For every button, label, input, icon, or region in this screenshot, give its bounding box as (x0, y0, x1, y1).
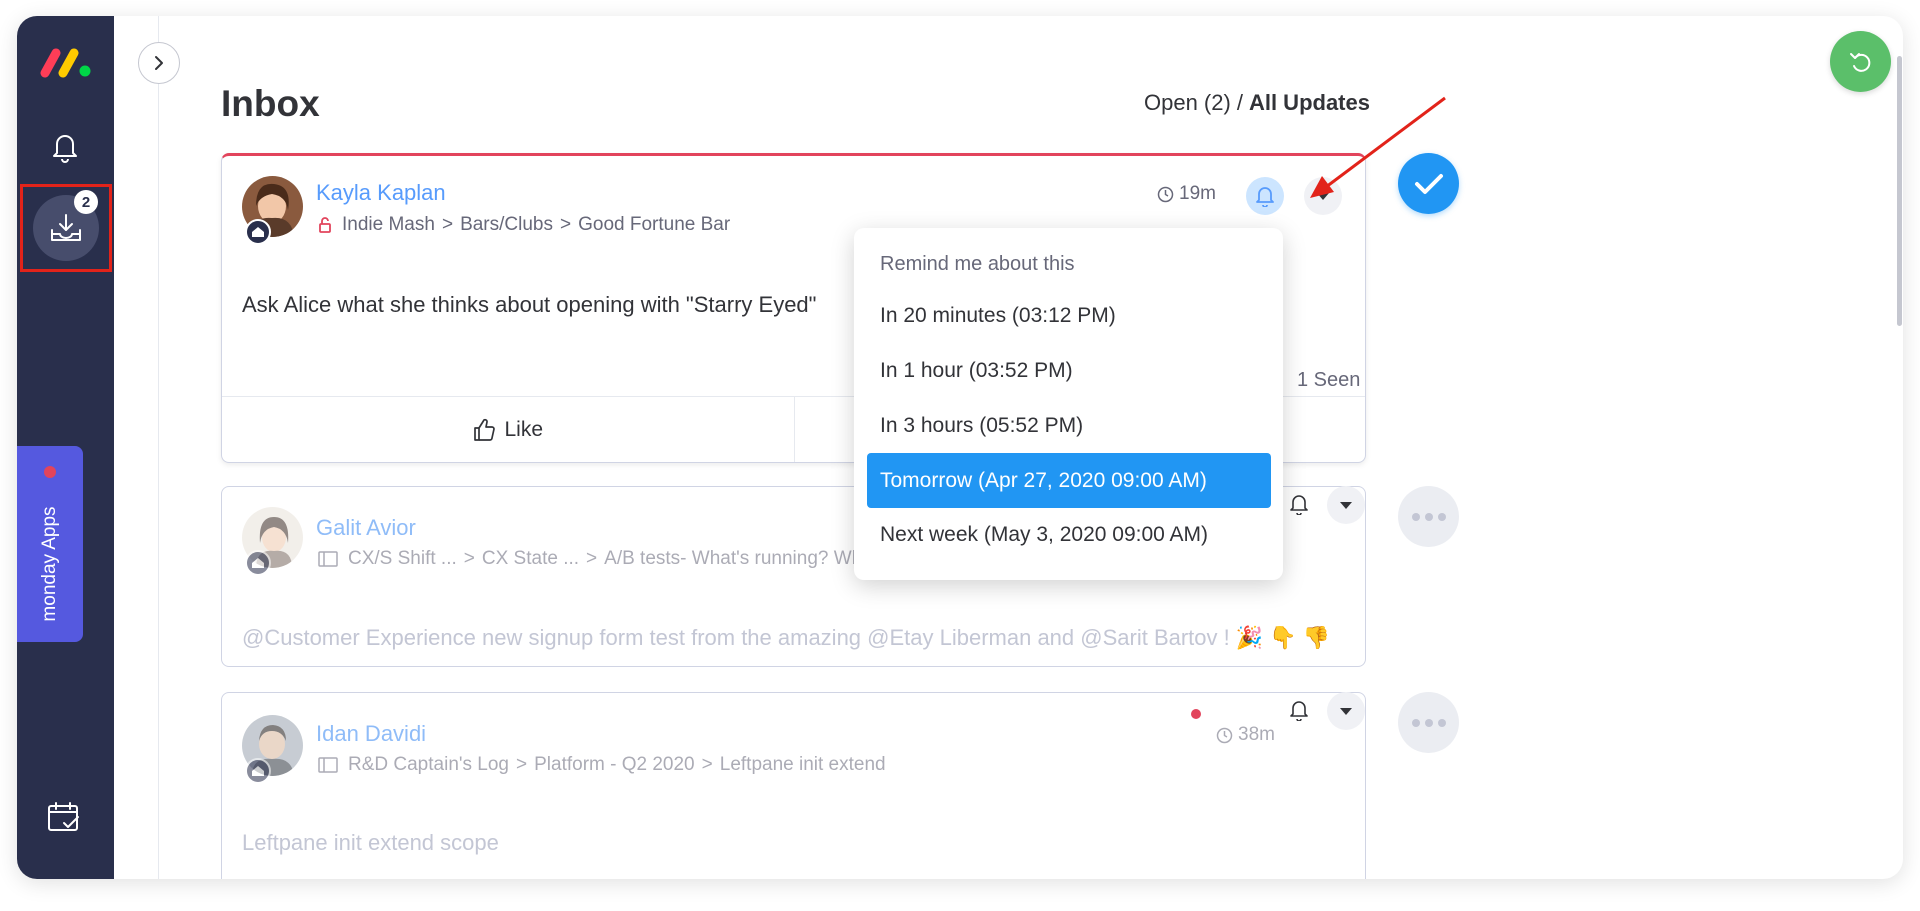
crumb-separator-icon: > (516, 754, 528, 775)
inbox-count-badge: 2 (74, 190, 98, 214)
reminder-bell-button[interactable] (1246, 177, 1284, 215)
home-icon (245, 550, 271, 576)
monday-apps-tab[interactable]: monday Apps (17, 446, 83, 642)
dot (1437, 512, 1446, 521)
monday-apps-label: monday Apps (39, 506, 60, 622)
board-icon (318, 551, 338, 567)
crumb-item[interactable]: Good Fortune Bar (578, 214, 730, 236)
crumb-separator-icon: > (701, 754, 713, 775)
author-name[interactable]: Galit Avior (316, 515, 416, 541)
clock-icon (1216, 727, 1233, 743)
crumb-item[interactable]: Leftpane init extend (720, 754, 886, 776)
board-icon (318, 757, 338, 773)
notifications-bell-icon[interactable] (45, 127, 85, 167)
caret-down-icon (1340, 707, 1352, 715)
dot (1411, 718, 1420, 727)
timestamp: 38m (1216, 724, 1275, 746)
monday-logo[interactable] (39, 45, 93, 79)
undo-button[interactable] (1830, 31, 1891, 92)
calendar-check-icon[interactable] (44, 797, 84, 837)
reminder-option[interactable]: Next week (May 3, 2020 09:00 AM) (867, 507, 1271, 562)
crumb-separator-icon: > (586, 548, 598, 569)
expand-panel-button[interactable] (138, 42, 180, 84)
bell-icon[interactable] (1284, 695, 1314, 725)
update-body: @Customer Experience new signup form tes… (242, 625, 1331, 650)
timestamp: 19m (1157, 183, 1216, 205)
dot (1411, 512, 1420, 521)
crumb-separator-icon: > (463, 548, 475, 569)
update-body: Leftpane init extend scope (242, 830, 499, 855)
unread-dot (1191, 709, 1201, 719)
lock-icon (318, 216, 332, 234)
app-window: 2 monday Apps Inbox Open (2) / All Updates (17, 16, 1903, 879)
dropdown-title: Remind me about this (880, 253, 1075, 275)
left-sidebar: 2 monday Apps (17, 16, 114, 879)
crumb-workspace[interactable]: CX/S Shift ... (348, 548, 457, 570)
caret-down-icon (1340, 501, 1352, 509)
reminder-option[interactable]: In 1 hour (03:52 PM) (867, 343, 1271, 398)
reminder-option[interactable]: In 3 hours (05:52 PM) (867, 398, 1271, 453)
crumb-board[interactable]: Bars/Clubs (460, 214, 553, 236)
crumb-workspace[interactable]: Indie Mash (342, 214, 435, 236)
action-divider (793, 397, 795, 462)
update-body: Ask Alice what she thinks about opening … (242, 292, 817, 317)
dot (1424, 512, 1433, 521)
filter-open-link[interactable]: Open (2) (1144, 90, 1231, 115)
breadcrumb: Indie Mash > Bars/Clubs > Good Fortune B… (318, 214, 730, 236)
dot (1437, 718, 1446, 727)
author-name[interactable]: Kayla Kaplan (316, 180, 446, 206)
undo-icon (1849, 52, 1870, 72)
home-icon (245, 758, 271, 784)
filter-separator: / (1236, 90, 1243, 115)
clock-icon (1157, 186, 1174, 202)
update-card: Idan Davidi R&D Captain's Log > Platform… (221, 692, 1366, 879)
page-title: Inbox (221, 83, 320, 124)
update-options-button[interactable] (1327, 486, 1365, 524)
annotation-arrow-icon (1310, 96, 1446, 198)
seen-count[interactable]: 1 Seen (1297, 369, 1360, 392)
more-actions-button[interactable] (1398, 486, 1459, 547)
author-name[interactable]: Idan Davidi (316, 721, 426, 747)
update-options-button[interactable] (1327, 692, 1365, 730)
crumb-separator-icon: > (441, 214, 454, 235)
chevron-right-icon (155, 56, 163, 70)
dot (1424, 718, 1433, 727)
bell-icon (1256, 187, 1274, 207)
bell-icon[interactable] (1284, 489, 1314, 519)
crumb-separator-icon: > (559, 214, 572, 235)
crumb-board[interactable]: CX State ... (482, 548, 579, 570)
home-icon (245, 219, 271, 245)
reminder-option[interactable]: In 20 minutes (03:12 PM) (867, 288, 1271, 343)
crumb-board[interactable]: Platform - Q2 2020 (534, 754, 695, 776)
apps-notification-dot (44, 466, 56, 478)
inbox-nav-highlight: 2 (20, 184, 112, 272)
panel-divider (158, 16, 159, 879)
crumb-workspace[interactable]: R&D Captain's Log (348, 754, 509, 776)
like-label: Like (504, 417, 544, 441)
thumbs-up-icon (474, 418, 496, 441)
more-actions-button[interactable] (1398, 692, 1459, 753)
reminder-option-selected[interactable]: Tomorrow (Apr 27, 2020 09:00 AM) (867, 453, 1271, 508)
reminder-dropdown: Remind me about this In 20 minutes (03:1… (854, 228, 1283, 580)
breadcrumb: R&D Captain's Log > Platform - Q2 2020 >… (318, 754, 886, 776)
scrollbar[interactable] (1897, 56, 1902, 326)
like-button[interactable]: Like (222, 397, 794, 462)
